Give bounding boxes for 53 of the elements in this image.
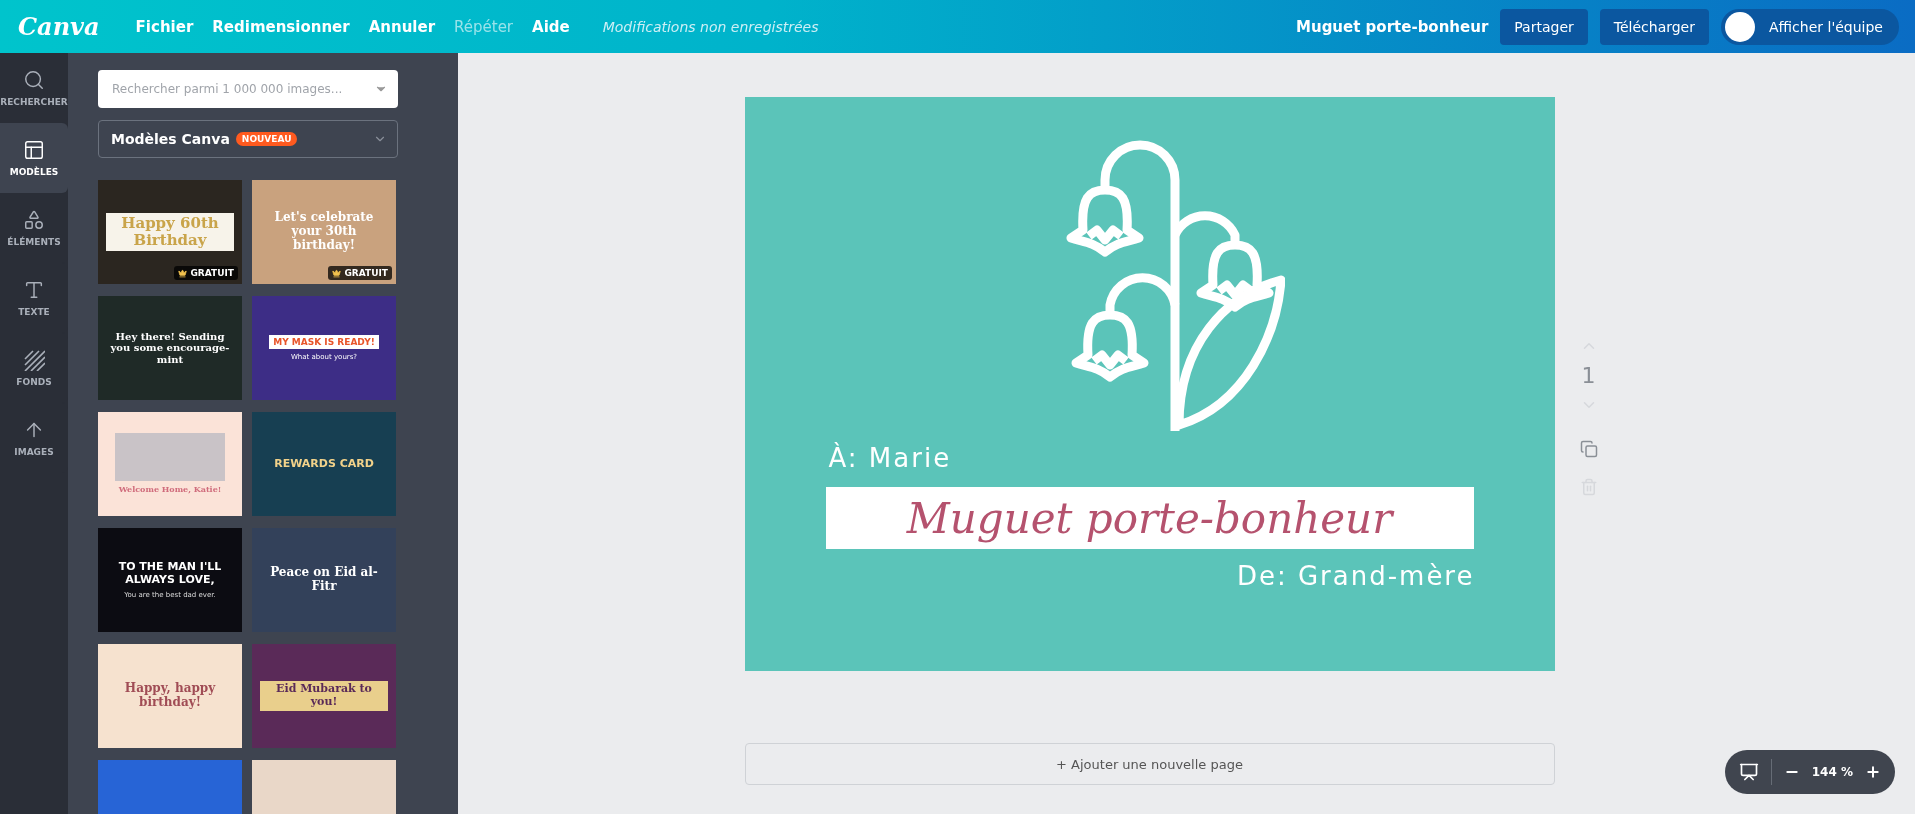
template-thumbnail[interactable]: Peace on Eid al-Fitr: [252, 528, 396, 632]
recipient-text: À: Marie: [828, 443, 952, 473]
rail-label: FONDS: [16, 377, 52, 387]
template-title: MY MASK IS READY!: [269, 334, 379, 350]
rail-label: TEXTE: [18, 307, 50, 317]
template-title: Peace on Eid al-Fitr: [269, 566, 379, 594]
search-icon: [23, 69, 45, 91]
template-thumbnail[interactable]: REWARDS CARD: [252, 412, 396, 516]
zoom-in-icon[interactable]: [1865, 764, 1881, 780]
toolbar-button[interactable]: Partager: [1500, 8, 1588, 45]
category-label: Modèles Canva: [111, 131, 230, 147]
template-title: Happy, happy birthday!: [123, 682, 217, 710]
save-status: Modifications non enregistrées: [602, 18, 819, 35]
rail-label: ÉLÉMENTS: [7, 237, 61, 247]
crown-icon: [332, 268, 342, 278]
free-badge: GRATUIT: [174, 266, 238, 280]
template-title: Hey there! Sending you some encourage-mint: [110, 330, 230, 366]
rail-label: MODÈLES: [9, 167, 59, 177]
template-title: TO THE MAN I'LL ALWAYS LOVE,: [117, 561, 223, 587]
avatar-circle: [1725, 11, 1755, 42]
search-placeholder: Rechercher parmi 1 000 000 images...: [112, 82, 343, 96]
shapes-icon: [23, 209, 45, 231]
zoom-value: 144 %: [1811, 765, 1853, 779]
template-title: Let's celebrate your 30th birthday!: [273, 211, 375, 253]
rail-tab[interactable]: MODÈLES: [0, 123, 68, 193]
design-card[interactable]: À: Marie Muguet porte-bonheur De: Grand-mère: [744, 97, 1555, 671]
copy-icon[interactable]: [1579, 440, 1598, 458]
template-title: Eid Mubarak to you!: [260, 681, 388, 711]
crown-icon: [178, 268, 188, 278]
template-title: REWARDS CARD: [274, 457, 374, 471]
category-dropdown[interactable]: Modèles Canva NOUVEAU: [98, 120, 398, 158]
template-thumbnail[interactable]: Happy 60th Birthday GRATUIT: [98, 180, 242, 284]
rail-label: IMAGES: [14, 447, 54, 457]
hatch-icon: [23, 349, 45, 371]
team-button[interactable]: Afficher l'équipe: [1721, 8, 1899, 45]
layout-icon: [23, 139, 45, 161]
presentation-icon[interactable]: [1738, 762, 1759, 782]
template-thumbnail[interactable]: Hey there! Sending you some encourage-mint: [98, 296, 242, 400]
toolbar-button[interactable]: Télécharger: [1599, 8, 1709, 45]
template-title: Happy 60th Birthday: [106, 212, 234, 252]
card-title: Muguet porte-bonheur: [906, 493, 1393, 543]
free-badge: GRATUIT: [328, 266, 392, 280]
template-thumbnail[interactable]: Let's celebrate your 30th birthday! GRATUIT: [252, 180, 396, 284]
document-title[interactable]: Muguet porte-bonheur: [1296, 17, 1489, 36]
template-thumbnail[interactable]: Happy, happy birthday!: [98, 644, 242, 748]
text-icon: [23, 279, 45, 301]
rail-label: RECHERCHER: [0, 97, 68, 107]
add-page-button[interactable]: + Ajouter une nouvelle page: [744, 743, 1555, 785]
template-title: Welcome Home, Katie!: [118, 485, 222, 495]
new-badge: NOUVEAU: [235, 132, 298, 146]
page-number: 1: [1581, 363, 1596, 388]
template-thumbnail[interactable]: Eid Mubarak to you!: [252, 644, 396, 748]
sender-text: De: Grand-mère: [1236, 561, 1475, 591]
